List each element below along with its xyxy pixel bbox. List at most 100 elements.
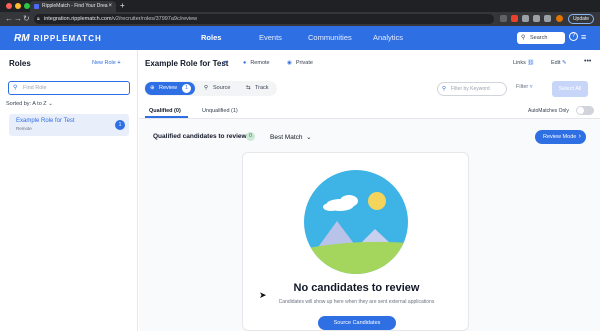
new-role-button[interactable]: New Role + — [92, 60, 121, 66]
keyword-filter-input[interactable]: ⚲ Filter by Keyword — [437, 82, 507, 96]
browser-tab[interactable]: RippleMatch - Find Your Drea × — [30, 1, 116, 12]
qualified-count-badge: 0 — [246, 132, 255, 141]
nav-roles[interactable]: Roles — [201, 26, 221, 50]
chevron-down-icon: ⌄ — [306, 134, 312, 141]
link-icon: ⛓︎ — [527, 60, 535, 66]
chevron-down-icon: ⌄ — [48, 101, 53, 107]
tab-qualified[interactable]: Qualified (0) — [149, 108, 181, 114]
sidebar-title: Roles — [9, 59, 31, 68]
app-header: RM RIPPLEMATCH Roles Events Communities … — [0, 26, 600, 50]
sort-best-match-label: Best Match — [270, 134, 303, 141]
review-icon: ⊕ — [150, 85, 155, 91]
extension-icon[interactable] — [522, 15, 529, 22]
segment-track-label: Track — [255, 85, 269, 91]
empty-state-card: No candidates to review Candidates will … — [242, 152, 469, 331]
role-location: ● Remote — [243, 60, 270, 66]
edit-button[interactable]: Edit ✎ — [551, 60, 567, 66]
sidebar-icon[interactable] — [544, 15, 551, 22]
forward-icon[interactable]: → — [14, 12, 22, 26]
search-icon: ⚲ — [442, 86, 447, 92]
sort-best-match-dropdown[interactable]: Best Match ⌄ — [270, 133, 312, 141]
automatches-toggle[interactable] — [576, 106, 594, 115]
review-count-badge: 1 — [182, 84, 192, 93]
qualified-heading: Qualified candidates to review — [153, 133, 247, 140]
funnel-icon: ▿ — [529, 84, 533, 90]
edit-label: Edit — [551, 60, 561, 66]
role-item-count-badge: 1 — [115, 120, 125, 130]
share-icon[interactable] — [500, 15, 507, 22]
nav-events[interactable]: Events — [259, 26, 282, 50]
reload-icon[interactable]: ↻ — [23, 12, 30, 26]
extension-icon[interactable] — [511, 15, 518, 22]
role-item-title: Example Role for Test — [16, 118, 75, 124]
update-button[interactable]: Update — [568, 14, 594, 24]
window-close-button[interactable] — [6, 3, 12, 9]
nav-analytics[interactable]: Analytics — [373, 26, 403, 50]
window-minimize-button[interactable] — [15, 3, 21, 9]
tab-unqualified[interactable]: Unqualified (1) — [202, 108, 238, 114]
pipeline-segmented-control: ⊕ Review 1 ⚲ Source ⇆ Track — [144, 81, 277, 96]
nav-communities[interactable]: Communities — [308, 26, 352, 50]
favicon-icon — [34, 4, 39, 9]
search-icon: ⚲ — [521, 35, 526, 41]
search-icon: ⚲ — [13, 85, 18, 91]
track-icon: ⇆ — [246, 85, 251, 91]
arrow-right-icon: › — [578, 133, 581, 140]
browser-toolbar: ← → ↻ 🔒︎ integration.ripplematch.com/v2/… — [0, 12, 600, 26]
empty-state-title: No candidates to review — [293, 282, 420, 294]
logo-text: RIPPLEMATCH — [33, 33, 102, 43]
search-label: Search — [530, 35, 548, 41]
empty-state-subtitle: Candidates will show up here when they a… — [278, 299, 435, 305]
find-role-input[interactable]: ⚲ Find Role — [8, 81, 130, 95]
keyword-placeholder: Filter by Keyword — [451, 86, 490, 92]
profile-avatar[interactable] — [556, 15, 563, 22]
lock-icon: 🔒︎ — [37, 16, 40, 22]
help-icon[interactable]: ? — [569, 32, 578, 41]
segment-source[interactable]: ⚲ Source — [199, 82, 239, 95]
roles-sidebar: Roles New Role + ⚲ Find Role Sorted by: … — [0, 50, 138, 331]
review-mode-label: Review Mode — [543, 134, 577, 140]
browser-tab-title: RippleMatch - Find Your Drea — [42, 3, 108, 9]
filter-button[interactable]: Filter ▿ — [516, 84, 533, 90]
segment-review-label: Review — [159, 85, 178, 91]
puzzle-icon[interactable] — [533, 15, 540, 22]
eye-icon: ◉ — [287, 60, 292, 66]
role-visibility: ◉ Private — [287, 60, 313, 66]
browser-tab-strip: RippleMatch - Find Your Drea × + — [0, 0, 600, 12]
review-mode-button[interactable]: Review Mode › — [535, 130, 586, 144]
source-candidates-button[interactable]: Source Candidates — [318, 316, 396, 330]
landscape-illustration-icon — [304, 170, 408, 274]
address-bar[interactable]: 🔒︎ integration.ripplematch.com/v2/recrui… — [34, 14, 494, 24]
url-host: integration.ripplematch.com — [44, 16, 112, 22]
role-visibility-text: Private — [295, 60, 313, 66]
select-all-button[interactable]: Select All — [552, 81, 588, 97]
segment-review[interactable]: ⊕ Review 1 — [145, 82, 195, 95]
plus-icon: + — [117, 60, 121, 66]
role-item-location: Remote — [16, 126, 32, 131]
active-tab-indicator — [145, 116, 188, 118]
more-options-icon[interactable]: ••• — [584, 58, 591, 65]
close-tab-icon[interactable]: × — [108, 1, 112, 12]
sort-dropdown[interactable]: Sorted by: A to Z ⌄ — [6, 101, 53, 107]
role-list-item[interactable]: Example Role for Test Remote 1 — [9, 114, 129, 136]
header-search-button[interactable]: ⚲ Search — [517, 32, 565, 44]
role-location-text: Remote — [250, 60, 270, 66]
new-role-label: New Role — [92, 60, 116, 66]
links-button[interactable]: Links ⛓︎ — [513, 60, 534, 66]
sort-label: Sorted by: A to Z — [6, 101, 47, 107]
external-link-icon[interactable]: ↗ — [221, 59, 227, 67]
pencil-icon: ✎ — [562, 60, 567, 66]
main-content: Example Role for Test ↗ ● Remote ◉ Private… — [139, 50, 600, 331]
search-icon: ⚲ — [204, 85, 209, 91]
toggle-knob — [577, 107, 584, 114]
automatches-label: AutoMatches Only — [528, 108, 569, 114]
back-icon[interactable]: ← — [5, 12, 13, 26]
find-role-placeholder: Find Role — [23, 85, 47, 91]
hamburger-menu-icon[interactable]: ≡ — [581, 32, 586, 42]
new-tab-button[interactable]: + — [120, 0, 125, 12]
segment-source-label: Source — [213, 85, 231, 91]
ripplematch-logo[interactable]: RM RIPPLEMATCH — [14, 31, 102, 45]
logo-mark: RM — [14, 32, 30, 44]
links-label: Links — [513, 60, 526, 66]
segment-track[interactable]: ⇆ Track — [241, 82, 277, 95]
